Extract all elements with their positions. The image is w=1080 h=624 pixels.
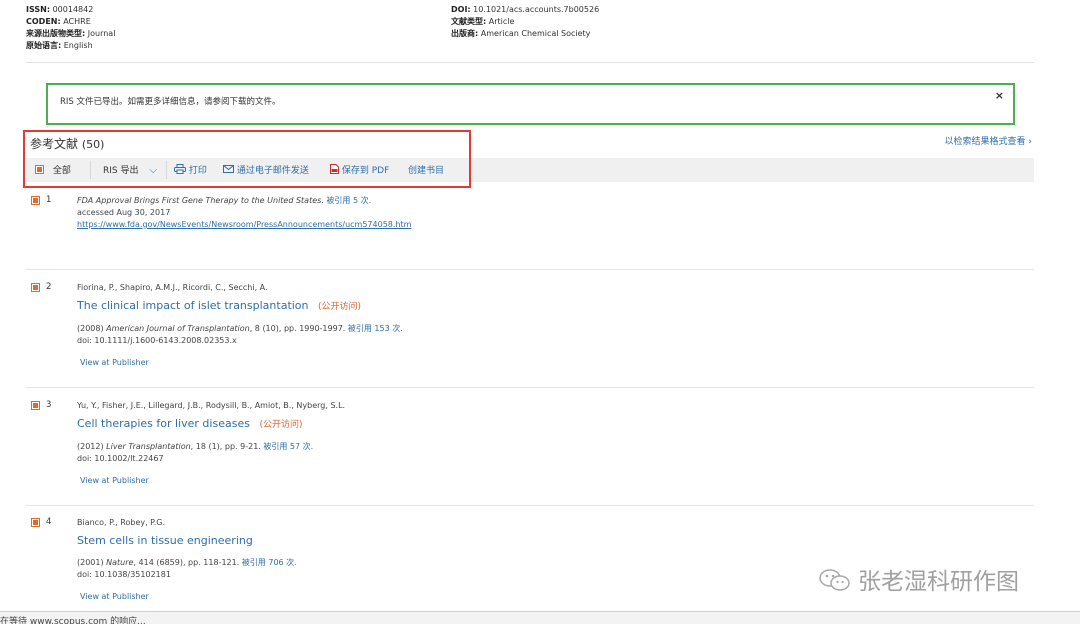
meta-source-type: 来源出版物类型: Journal: [26, 29, 116, 38]
divider: [26, 62, 1034, 63]
cited-by-link[interactable]: 被引用 706 次.: [242, 558, 297, 567]
reference-authors: Fiorina, P., Shapiro, A.M.J., Ricordi, C…: [77, 283, 268, 292]
reference-body: FDA Approval Brings First Gene Therapy t…: [77, 195, 977, 231]
envelope-icon: [223, 165, 234, 173]
meta-document-type: 文献类型: Article: [451, 17, 515, 26]
reference-doi: doi: 10.1111/j.1600-6143.2008.02353.x: [77, 336, 237, 345]
select-all-checkbox[interactable]: 全部: [35, 163, 71, 176]
journal-name: Liver Transplantation: [106, 442, 191, 451]
chevron-down-icon: ⌵: [149, 165, 157, 176]
reference-doi: doi: 10.1002/lt.22467: [77, 454, 164, 463]
reference-body: Fiorina, P., Shapiro, A.M.J., Ricordi, C…: [77, 282, 977, 367]
reference-title-link[interactable]: Cell therapies for liver diseases (公开访问): [77, 417, 977, 432]
checkbox-icon: [35, 165, 44, 174]
cited-by-link[interactable]: 被引用 153 次.: [348, 324, 403, 333]
reference-title: The clinical impact of islet transplanta…: [77, 299, 309, 312]
reference-title: Cell therapies for liver diseases: [77, 417, 250, 430]
reference-title: Stem cells in tissue engineering: [77, 534, 253, 547]
cited-by-link[interactable]: 被引用 57 次.: [263, 442, 313, 451]
divider: [26, 269, 1034, 270]
reference-accessed: accessed Aug 30, 2017: [77, 208, 171, 217]
email-label: 通过电子邮件发送: [236, 166, 309, 176]
create-bibliography-button[interactable]: 创建书目: [408, 163, 444, 176]
reference-checkbox[interactable]: [31, 518, 40, 527]
close-icon[interactable]: ×: [995, 89, 1004, 102]
divider: [26, 505, 1034, 506]
reference-checkbox[interactable]: [31, 283, 40, 292]
record-meta-right: DOI: 10.1021/acs.accounts.7b00526 文献类型: …: [451, 4, 599, 40]
divider: [26, 387, 1034, 388]
save-pdf-button[interactable]: 保存到 PDF: [330, 163, 389, 176]
reference-title-link[interactable]: Stem cells in tissue engineering: [77, 534, 977, 548]
pdf-icon: [330, 164, 339, 174]
ris-export-label: RIS 导出: [103, 166, 139, 176]
cited-by-link[interactable]: 被引用 5 次.: [326, 196, 371, 205]
journal-name: Nature: [106, 558, 134, 567]
toolbar-divider: [166, 161, 167, 179]
wechat-icon: [818, 568, 852, 592]
browser-status-bar: 在等待 www.scopus.com 的响应...: [0, 611, 1080, 624]
references-toolbar: 全部 RIS 导出 ⌵ 打印 通过电子邮件发送 保存到 PDF 创建书目: [26, 158, 1034, 182]
reference-source: (2008) American Journal of Transplantati…: [77, 324, 403, 333]
reference-number: 2: [46, 282, 52, 292]
journal-name: American Journal of Transplantation: [106, 324, 250, 333]
references-heading: 参考文献 (50): [30, 135, 104, 152]
view-at-publisher-link[interactable]: View at Publisher: [80, 476, 977, 485]
toolbar-divider: [90, 161, 91, 179]
meta-publisher: 出版商: American Chemical Society: [451, 29, 591, 38]
reference-url-link[interactable]: https://www.fda.gov/NewsEvents/Newsroom/…: [77, 219, 977, 231]
reference-body: Yu, Y., Fisher, J.E., Lillegard, J.B., R…: [77, 400, 977, 485]
reference-authors: Yu, Y., Fisher, J.E., Lillegard, J.B., R…: [77, 401, 346, 410]
reference-authors: Bianco, P., Robey, P.G.: [77, 518, 166, 527]
watermark-text: 张老湿科研作图: [858, 569, 1019, 595]
reference-number: 1: [46, 195, 52, 205]
meta-issn: ISSN: 00014842: [26, 5, 94, 14]
ris-export-dropdown[interactable]: RIS 导出 ⌵: [103, 163, 157, 176]
email-button[interactable]: 通过电子邮件发送: [223, 163, 309, 176]
view-at-publisher-link[interactable]: View at Publisher: [80, 358, 977, 367]
status-text: 在等待 www.scopus.com 的响应...: [0, 617, 146, 624]
record-meta-left: ISSN: 00014842 CODEN: ACHRE 来源出版物类型: Jou…: [26, 4, 115, 52]
export-notice: RIS 文件已导出。如需更多详细信息，请参阅下载的文件。 ×: [46, 83, 1015, 125]
meta-doi: DOI: 10.1021/acs.accounts.7b00526: [451, 5, 600, 14]
select-all-label: 全部: [52, 166, 71, 176]
print-label: 打印: [188, 166, 207, 176]
references-title: 参考文献: [30, 137, 79, 151]
open-access-badge: (公开访问): [318, 302, 362, 312]
reference-checkbox[interactable]: [31, 196, 40, 205]
open-access-badge: (公开访问): [259, 420, 303, 430]
meta-language: 原始语言: English: [26, 41, 93, 50]
reference-number: 4: [46, 517, 52, 527]
references-count: (50): [81, 138, 105, 151]
print-button[interactable]: 打印: [174, 163, 207, 176]
view-as-results-link[interactable]: 以检索结果格式查看 ›: [945, 134, 1032, 147]
reference-title: FDA Approval Brings First Gene Therapy t…: [77, 196, 324, 205]
meta-coden: CODEN: ACHRE: [26, 17, 91, 26]
reference-number: 3: [46, 400, 52, 410]
save-pdf-label: 保存到 PDF: [341, 166, 390, 176]
reference-title-line: FDA Approval Brings First Gene Therapy t…: [77, 195, 977, 207]
reference-checkbox[interactable]: [31, 401, 40, 410]
printer-icon: [174, 164, 186, 174]
reference-source: (2012) Liver Transplantation, 18 (1), pp…: [77, 442, 314, 451]
reference-title-link[interactable]: The clinical impact of islet transplanta…: [77, 299, 977, 314]
watermark: 张老湿科研作图: [818, 562, 1019, 596]
notice-text: RIS 文件已导出。如需更多详细信息，请参阅下载的文件。: [60, 97, 281, 107]
